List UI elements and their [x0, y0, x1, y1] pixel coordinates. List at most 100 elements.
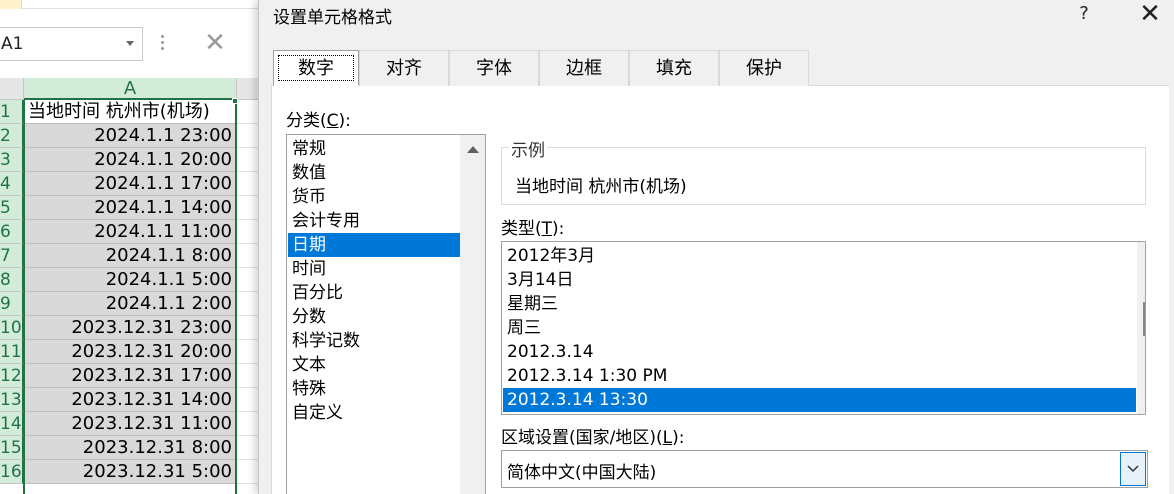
- cancel-formula-icon[interactable]: ✕: [198, 26, 232, 60]
- tab-number[interactable]: 数字: [273, 50, 359, 86]
- cell-a[interactable]: 2024.1.1 17:00: [24, 172, 236, 196]
- cell-b[interactable]: [236, 100, 258, 124]
- list-item[interactable]: 百分比: [288, 281, 460, 305]
- cell-b[interactable]: [236, 124, 258, 148]
- scroll-up-icon[interactable]: [467, 146, 479, 153]
- list-item[interactable]: 特殊: [288, 377, 460, 401]
- row-header[interactable]: 3: [0, 148, 24, 172]
- list-item[interactable]: 2012.3.14: [503, 340, 1136, 364]
- list-item[interactable]: 数值: [288, 161, 460, 185]
- cell-a[interactable]: 2024.1.1 2:00: [24, 292, 236, 316]
- close-button[interactable]: ✕: [1135, 0, 1165, 28]
- table-row: 10 2023.12.31 23:00: [0, 316, 258, 340]
- cell-b[interactable]: [236, 268, 258, 292]
- cell-a[interactable]: 2023.12.31 8:00: [24, 436, 236, 460]
- table-row: 9 2024.1.1 2:00: [0, 292, 258, 316]
- cell-a[interactable]: 2023.12.31 17:00: [24, 364, 236, 388]
- list-item[interactable]: 文本: [288, 353, 460, 377]
- cell-a[interactable]: 2023.12.31 5:00: [24, 460, 236, 484]
- cell-a[interactable]: 2024.1.1 5:00: [24, 268, 236, 292]
- name-box[interactable]: A1: [0, 27, 143, 61]
- list-item[interactable]: 分数: [288, 305, 460, 329]
- cell-a[interactable]: 2024.1.1 23:00: [24, 124, 236, 148]
- list-item[interactable]: 自定义: [288, 401, 460, 425]
- cell-b[interactable]: [236, 460, 258, 484]
- list-item[interactable]: 科学记数: [288, 329, 460, 353]
- cell-a[interactable]: 2024.1.1 20:00: [24, 148, 236, 172]
- row-header[interactable]: 11: [0, 340, 24, 364]
- row-header[interactable]: 4: [0, 172, 24, 196]
- cell-b[interactable]: [236, 172, 258, 196]
- cell-b[interactable]: [236, 364, 258, 388]
- list-item[interactable]: 2012.3.14 13:30: [503, 388, 1136, 412]
- locale-dropdown-button[interactable]: [1120, 452, 1146, 486]
- row-header[interactable]: 15: [0, 436, 24, 460]
- list-item[interactable]: 2012.3.14 1:30 PM: [503, 364, 1136, 388]
- row-header[interactable]: 8: [0, 268, 24, 292]
- category-scrollbar[interactable]: [460, 135, 485, 494]
- cell-b[interactable]: [236, 340, 258, 364]
- list-item[interactable]: 星期三: [503, 292, 1136, 316]
- name-box-value: A1: [1, 34, 24, 54]
- row-header[interactable]: 13: [0, 388, 24, 412]
- name-box-dropdown-icon[interactable]: [126, 41, 134, 46]
- tab-alignment[interactable]: 对齐: [359, 50, 449, 86]
- column-header-a[interactable]: A: [24, 78, 236, 100]
- list-item[interactable]: 常规: [288, 137, 460, 161]
- cell-b[interactable]: [236, 292, 258, 316]
- table-row: 7 2024.1.1 8:00: [0, 244, 258, 268]
- category-list[interactable]: 常规 数值 货币 会计专用 日期 时间 百分比 分数 科学记数 文本 特殊 自定义: [286, 134, 486, 494]
- formula-bar-grip-icon[interactable]: [161, 35, 165, 53]
- table-row: 4 2024.1.1 17:00: [0, 172, 258, 196]
- tab-fill[interactable]: 填充: [629, 50, 719, 86]
- list-item[interactable]: 2012年3月: [503, 244, 1136, 268]
- column-header-b[interactable]: [236, 78, 258, 100]
- row-header[interactable]: 14: [0, 412, 24, 436]
- tab-border[interactable]: 边框: [539, 50, 629, 86]
- cell-a[interactable]: 当地时间 杭州市(机场): [24, 100, 236, 124]
- cell-b[interactable]: [236, 148, 258, 172]
- row-header[interactable]: 2: [0, 124, 24, 148]
- table-row: 15 2023.12.31 8:00: [0, 436, 258, 460]
- row-header[interactable]: 1: [0, 100, 24, 124]
- row-header[interactable]: 16: [0, 460, 24, 484]
- dialog-title: 设置单元格格式: [273, 8, 392, 28]
- row-header[interactable]: 10: [0, 316, 24, 340]
- row-header[interactable]: 7: [0, 244, 24, 268]
- list-item[interactable]: 时间: [288, 257, 460, 281]
- cell-a[interactable]: 2023.12.31 11:00: [24, 412, 236, 436]
- row-header[interactable]: 12: [0, 364, 24, 388]
- cell-b[interactable]: [236, 388, 258, 412]
- help-button[interactable]: ?: [1071, 1, 1097, 27]
- cell-a[interactable]: 2023.12.31 23:00: [24, 316, 236, 340]
- list-item[interactable]: 日期: [288, 233, 460, 257]
- locale-select[interactable]: 简体中文(中国大陆): [501, 450, 1148, 488]
- list-item[interactable]: 货币: [288, 185, 460, 209]
- row-header[interactable]: 6: [0, 220, 24, 244]
- type-scrollbar[interactable]: [1137, 242, 1145, 414]
- row-header[interactable]: 9: [0, 292, 24, 316]
- tab-font[interactable]: 字体: [449, 50, 539, 86]
- screen: A1 ✕ A 1 当地时间 杭州市(机场) 2 2024.1.1 23:00 3 2024…: [0, 0, 1174, 494]
- cell-b[interactable]: [236, 316, 258, 340]
- cell-b[interactable]: [236, 412, 258, 436]
- cell-a[interactable]: 2024.1.1 14:00: [24, 196, 236, 220]
- fill-handle[interactable]: [232, 98, 238, 104]
- select-all-corner[interactable]: [0, 78, 24, 100]
- cell-b[interactable]: [236, 196, 258, 220]
- cell-b[interactable]: [236, 220, 258, 244]
- list-item[interactable]: 周三: [503, 316, 1136, 340]
- cell-a[interactable]: 2024.1.1 11:00: [24, 220, 236, 244]
- cell-b[interactable]: [236, 244, 258, 268]
- cell-a[interactable]: 2024.1.1 8:00: [24, 244, 236, 268]
- warning-bar: [0, 0, 22, 9]
- row-header[interactable]: 5: [0, 196, 24, 220]
- type-list[interactable]: 2012年3月 3月14日 星期三 周三 2012.3.14 2012.3.14 1:30…: [501, 241, 1146, 415]
- cell-a[interactable]: 2023.12.31 20:00: [24, 340, 236, 364]
- type-scroll-thumb[interactable]: [1143, 302, 1145, 336]
- list-item[interactable]: 3月14日: [503, 268, 1136, 292]
- list-item[interactable]: 会计专用: [288, 209, 460, 233]
- cell-a[interactable]: 2023.12.31 14:00: [24, 388, 236, 412]
- tab-protection[interactable]: 保护: [719, 50, 809, 86]
- cell-b[interactable]: [236, 436, 258, 460]
